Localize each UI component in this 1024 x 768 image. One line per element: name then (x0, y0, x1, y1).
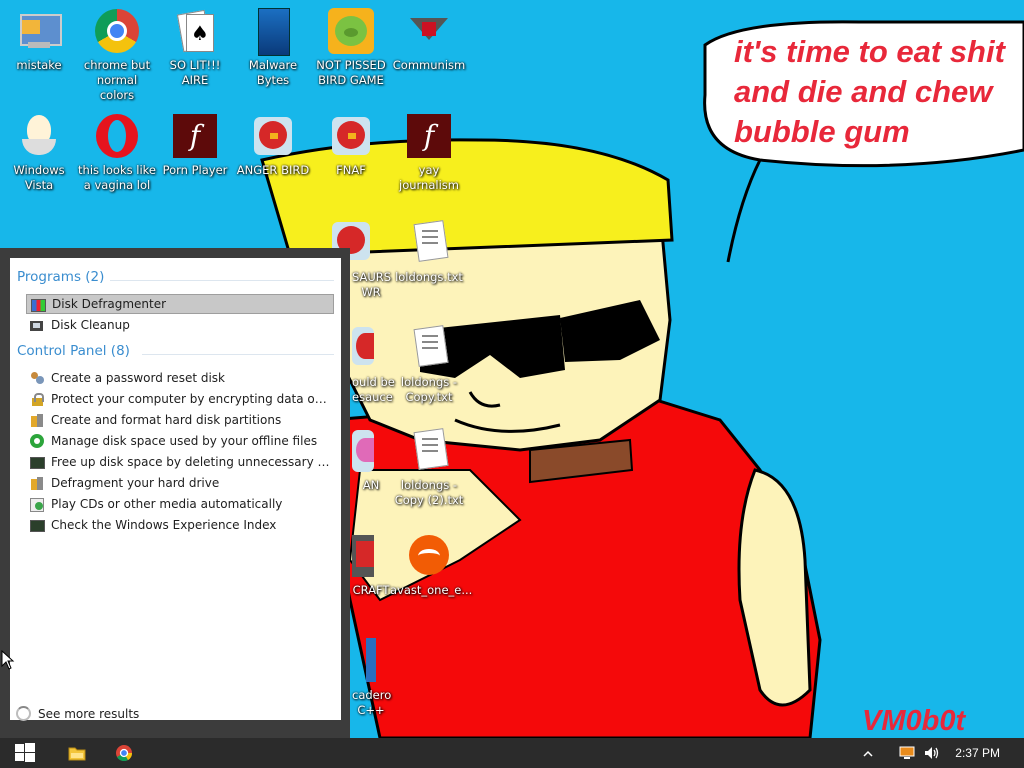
computer-icon (16, 8, 62, 54)
speech-bubble-line-1: it's time to eat shit (734, 34, 1007, 69)
desktop-icon-loldongs-copy[interactable]: loldongs - Copy.txt (390, 325, 468, 405)
monitor-icon (30, 455, 45, 470)
angry-bird-icon (328, 113, 374, 159)
programs-group-divider (110, 280, 334, 281)
network-tray-button[interactable] (896, 738, 918, 768)
desktop-icon-mistake[interactable]: mistake (0, 8, 78, 73)
desktop-icon-fnaf[interactable]: FNAF (312, 113, 390, 178)
text-file-icon (406, 428, 452, 474)
chrome-icon (94, 8, 140, 54)
desktop-icon-loldongs-copy-2[interactable]: loldongs - Copy (2).txt (390, 428, 468, 508)
desktop-icon-malwarebytes[interactable]: Malware Bytes (234, 8, 312, 88)
text-file-icon (406, 220, 452, 266)
mouse-cursor-icon (1, 650, 15, 670)
desktop-icon-loldongs[interactable]: loldongs.txt (390, 220, 468, 285)
result-autoplay[interactable]: Play CDs or other media automatically (26, 494, 334, 514)
monitor-icon (30, 518, 45, 533)
desktop-icon-chrome[interactable]: chrome but normal colors (78, 8, 156, 103)
sync-icon (30, 433, 45, 449)
see-more-results-link[interactable]: See more results (16, 706, 139, 721)
taskbar-clock[interactable]: 2:37 PM (955, 738, 1000, 768)
avast-icon (406, 533, 452, 579)
folder-icon (68, 747, 86, 761)
desktop-icon-communism[interactable]: Communism (390, 8, 468, 73)
communism-icon (406, 8, 452, 54)
result-free-up-disk-space[interactable]: Free up disk space by deleting unnecessa… (26, 452, 334, 472)
desktop-icon-yay-journalism[interactable]: f yay journalism (390, 113, 468, 193)
flash-icon: f (172, 113, 218, 159)
volume-tray-button[interactable] (920, 738, 944, 768)
desktop-icon-pig-game[interactable]: NOT PISSED BIRD GAME (312, 8, 390, 88)
autoplay-icon (30, 497, 45, 512)
tools-icon (30, 476, 45, 491)
pig-icon (328, 8, 374, 54)
opera-icon (94, 113, 140, 159)
flash-icon: f (406, 113, 452, 159)
result-defragment-drive[interactable]: Defragment your hard drive (26, 473, 334, 493)
volume-icon (925, 747, 939, 759)
wallpaper-signature: VM0b0t (862, 705, 966, 737)
desktop-icon-anger-bird[interactable]: ANGER BIRD (234, 113, 312, 178)
programs-group-title: Programs (2) (17, 269, 105, 285)
result-disk-defragmenter[interactable]: Disk Defragmenter (26, 294, 334, 314)
search-results-panel: Programs (2) Disk Defragmenter Disk Clea… (10, 258, 341, 721)
desktop-icon-windows-vista[interactable]: Windows Vista (0, 113, 78, 193)
chrome-icon (116, 745, 132, 761)
desktop-icon-solitaire[interactable]: ♠ SO LIT!!! AIRE (156, 8, 234, 88)
windows-logo-icon (15, 743, 35, 762)
egg-icon (16, 113, 62, 159)
malwarebytes-icon (250, 8, 296, 56)
solitaire-icon: ♠ (172, 8, 218, 54)
result-disk-cleanup[interactable]: Disk Cleanup (26, 315, 334, 335)
desktop-icon-avast[interactable]: avast_one_e... (390, 533, 472, 598)
start-button[interactable] (2, 738, 48, 768)
users-icon (30, 371, 45, 386)
result-password-reset-disk[interactable]: Create a password reset disk (26, 368, 334, 388)
result-encrypt-data[interactable]: Protect your computer by encrypting data… (26, 389, 334, 409)
start-menu: Programs (2) Disk Defragmenter Disk Clea… (0, 248, 350, 738)
lock-icon (30, 392, 45, 407)
network-icon (899, 746, 915, 759)
speech-bubble-line-2: and die and chew (734, 74, 994, 109)
desktop-icon-porn-player[interactable]: f Porn Player (156, 113, 234, 178)
desktop-icon-opera[interactable]: this looks like a vagina lol (78, 113, 156, 193)
text-file-icon (406, 325, 452, 371)
loading-spinner-icon (16, 706, 31, 721)
cleanup-icon (30, 318, 45, 333)
result-format-partitions[interactable]: Create and format hard disk partitions (26, 410, 334, 430)
control-panel-group-divider (142, 354, 334, 355)
tools-icon (30, 413, 45, 428)
chevron-up-icon (863, 750, 873, 757)
file-explorer-button[interactable] (54, 738, 100, 768)
chrome-taskbar-button[interactable] (101, 738, 147, 768)
result-experience-index[interactable]: Check the Windows Experience Index (26, 515, 334, 535)
show-hidden-icons-button[interactable] (858, 738, 878, 768)
result-offline-files[interactable]: Manage disk space used by your offline f… (26, 431, 334, 451)
taskbar: 2:37 PM (0, 738, 1024, 768)
angry-bird-icon (250, 113, 296, 159)
defrag-icon (31, 297, 46, 312)
control-panel-group-title: Control Panel (8) (17, 343, 130, 359)
speech-bubble-line-3: bubble gum (734, 114, 910, 149)
